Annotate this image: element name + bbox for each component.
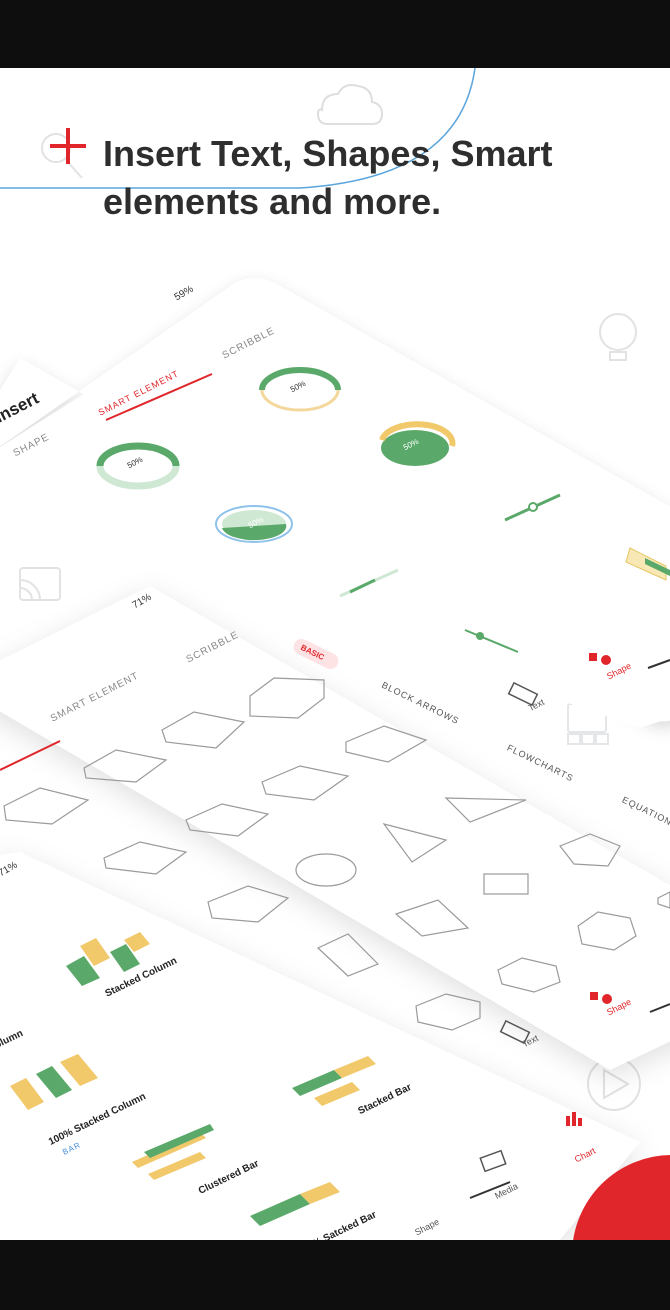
screen-3-graphics: [0, 852, 640, 1240]
screen-3-layer: 71% Stacked Column olumn 100% Stacked Co…: [0, 68, 670, 1240]
promo-canvas: Insert Text, Shapes, Smart elements and …: [0, 68, 670, 1240]
bottom-letterbox: [0, 1240, 670, 1310]
top-letterbox: [0, 0, 670, 68]
